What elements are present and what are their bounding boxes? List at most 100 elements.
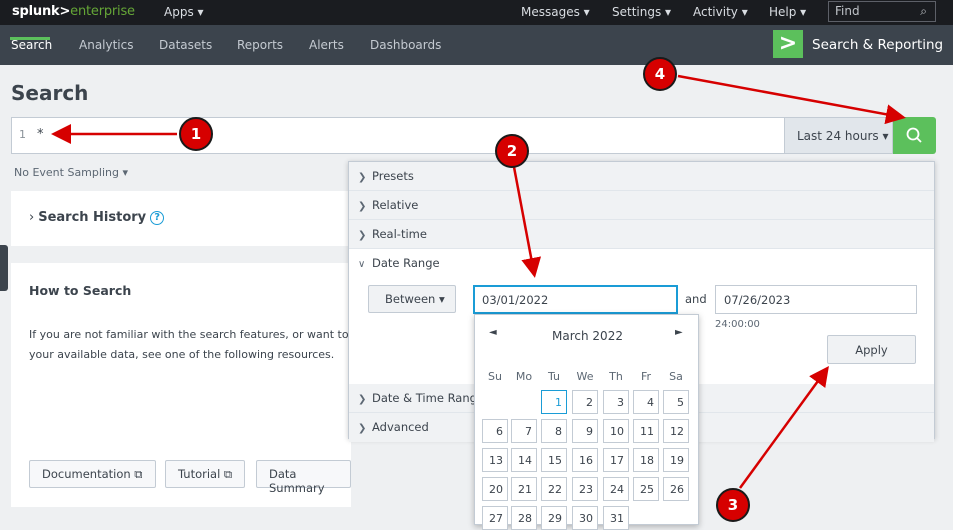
date-range-label: Date Range xyxy=(372,256,440,270)
search-history-toggle[interactable]: › Search History? xyxy=(29,210,165,225)
search-icon: ⌕ xyxy=(920,4,927,18)
search-query-input[interactable]: 1 * xyxy=(11,117,784,154)
tutorial-button[interactable]: Tutorial ⧉ xyxy=(165,460,246,488)
calendar-day[interactable]: 28 xyxy=(511,506,537,530)
data-summary-button[interactable]: Data Summary xyxy=(256,460,351,495)
nav-alerts[interactable]: Alerts xyxy=(309,38,344,52)
advanced-label: Advanced xyxy=(372,420,429,434)
calendar-day[interactable]: 21 xyxy=(511,477,537,501)
weekday-header: Th xyxy=(609,370,623,383)
nav-analytics[interactable]: Analytics xyxy=(79,38,134,52)
search-history-label: Search History xyxy=(38,210,147,225)
calendar-day[interactable]: 30 xyxy=(572,506,598,530)
calendar-day[interactable]: 10 xyxy=(603,419,629,443)
apply-button[interactable]: Apply xyxy=(827,335,916,364)
calendar-day[interactable]: 29 xyxy=(541,506,567,530)
settings-menu[interactable]: Settings ▾ xyxy=(612,5,671,19)
app-nav-bar: Search Analytics Datasets Reports Alerts… xyxy=(0,25,953,65)
find-input[interactable]: Find ⌕ xyxy=(828,1,936,22)
chevron-right-icon: › xyxy=(29,210,35,225)
calendar-day[interactable]: 13 xyxy=(482,448,508,472)
calendar-day[interactable]: 17 xyxy=(603,448,629,472)
app-logo-icon: > xyxy=(773,30,803,58)
nav-search[interactable]: Search xyxy=(11,38,52,52)
calendar-day[interactable]: 9 xyxy=(572,419,598,443)
help-menu[interactable]: Help ▾ xyxy=(769,5,806,19)
top-bar: splunk>enterprise Apps ▾ Messages ▾ Sett… xyxy=(0,0,953,25)
realtime-section[interactable]: ❯ Real-time xyxy=(349,220,934,249)
calendar-day[interactable]: 20 xyxy=(482,477,508,501)
relative-section[interactable]: ❯ Relative xyxy=(349,191,934,220)
presets-label: Presets xyxy=(372,169,414,183)
calendar-day[interactable]: 23 xyxy=(572,477,598,501)
calendar-month-title: March 2022 xyxy=(552,329,623,343)
annotation-marker-2: 2 xyxy=(495,134,529,168)
nav-dashboards[interactable]: Dashboards xyxy=(370,38,441,52)
weekday-header: Tu xyxy=(547,370,561,383)
time-range-picker-button[interactable]: Last 24 hours ▾ xyxy=(784,117,893,154)
weekday-header: Sa xyxy=(669,370,683,383)
calendar-day[interactable]: 24 xyxy=(603,477,629,501)
splunk-logo[interactable]: splunk>enterprise xyxy=(12,4,135,19)
calendar-day[interactable]: 14 xyxy=(511,448,537,472)
calendar-day[interactable]: 4 xyxy=(633,390,659,414)
calendar-day[interactable]: 25 xyxy=(633,477,659,501)
how-to-search-panel: How to Search If you are not familiar wi… xyxy=(11,263,355,507)
calendar-day[interactable]: 8 xyxy=(541,419,567,443)
and-label: and xyxy=(685,292,707,306)
side-panel-handle[interactable] xyxy=(0,245,8,291)
query-text: * xyxy=(37,127,44,142)
calendar-day[interactable]: 15 xyxy=(541,448,567,472)
calendar-day[interactable]: 7 xyxy=(511,419,537,443)
calendar-day[interactable]: 16 xyxy=(572,448,598,472)
activity-menu[interactable]: Activity ▾ xyxy=(693,5,748,19)
between-dropdown[interactable]: Between ▾ xyxy=(368,285,456,313)
calendar-day[interactable]: 3 xyxy=(603,390,629,414)
chevron-right-icon: ❯ xyxy=(358,230,367,241)
help-icon[interactable]: ? xyxy=(150,210,165,225)
line-number: 1 xyxy=(19,128,26,141)
nav-reports[interactable]: Reports xyxy=(237,38,283,52)
calendar-day[interactable]: 22 xyxy=(541,477,567,501)
start-date-input[interactable]: 03/01/2022 xyxy=(473,285,678,314)
how-to-search-line-2: your available data, see one of the foll… xyxy=(29,348,335,361)
calendar-day[interactable]: 6 xyxy=(482,419,508,443)
weekday-header: Fr xyxy=(640,370,652,383)
next-month-icon[interactable]: ► xyxy=(675,327,683,338)
documentation-button[interactable]: Documentation ⧉ xyxy=(29,460,156,488)
calendar-day[interactable]: 1 xyxy=(541,390,567,414)
calendar-day[interactable]: 11 xyxy=(633,419,659,443)
calendar-day[interactable]: 18 xyxy=(633,448,659,472)
arrow-4 xyxy=(677,74,906,125)
calendar-day[interactable]: 19 xyxy=(663,448,689,472)
annotation-marker-3: 3 xyxy=(716,488,750,522)
calendar-day[interactable]: 5 xyxy=(663,390,689,414)
date-time-range-label: Date & Time Range xyxy=(372,391,485,405)
calendar-day[interactable]: 31 xyxy=(603,506,629,530)
calendar-day[interactable]: 27 xyxy=(482,506,508,530)
presets-section[interactable]: ❯ Presets xyxy=(349,162,934,191)
end-time-hint: 24:00:00 xyxy=(715,319,760,330)
search-submit-button[interactable] xyxy=(893,117,936,154)
calendar-day[interactable]: 2 xyxy=(572,390,598,414)
messages-menu[interactable]: Messages ▾ xyxy=(521,5,590,19)
calendar-day[interactable]: 12 xyxy=(663,419,689,443)
date-range-header[interactable]: ∨ Date Range xyxy=(358,256,440,270)
event-sampling-dropdown[interactable]: No Event Sampling ▾ xyxy=(14,166,128,179)
relative-label: Relative xyxy=(372,198,419,212)
chevron-right-icon: ❯ xyxy=(358,201,367,212)
annotation-marker-1: 1 xyxy=(179,117,213,151)
apps-menu[interactable]: Apps ▾ xyxy=(164,5,204,19)
find-placeholder: Find xyxy=(835,4,860,18)
realtime-label: Real-time xyxy=(372,227,427,241)
weekday-header: Su xyxy=(488,370,502,383)
chevron-right-icon: ❯ xyxy=(358,394,367,405)
active-nav-indicator xyxy=(10,37,50,40)
chevron-down-icon: ∨ xyxy=(358,259,366,270)
date-picker-calendar: ◄ March 2022 ► Su Mo Tu We Th Fr Sa 1 2 3 4 5 6 7 8 9 10… xyxy=(474,314,699,530)
app-name[interactable]: Search & Reporting xyxy=(812,37,943,53)
end-date-input[interactable]: 07/26/2023 xyxy=(715,285,917,314)
chevron-right-icon: ❯ xyxy=(358,172,367,183)
nav-datasets[interactable]: Datasets xyxy=(159,38,212,52)
calendar-day[interactable]: 26 xyxy=(663,477,689,501)
